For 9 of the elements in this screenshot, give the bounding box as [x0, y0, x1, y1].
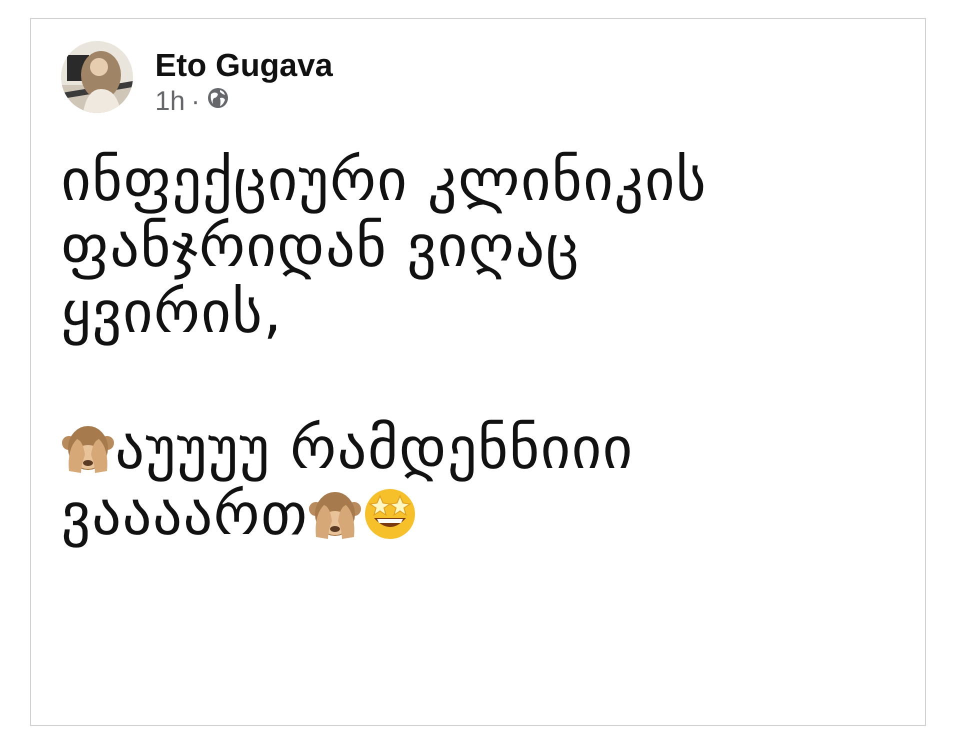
globe-icon — [206, 86, 230, 110]
post-time[interactable]: 1h — [155, 86, 186, 117]
post-text: ინფექციური კლინიკის — [61, 147, 708, 213]
post-text: ყვირის, — [61, 279, 283, 345]
post-text: ფანჯრიდან ვიღაც — [61, 213, 580, 279]
author-name[interactable]: Eto Gugava — [155, 47, 333, 84]
separator-dot: · — [191, 86, 200, 117]
post-text: ვაააართ — [61, 481, 308, 547]
post-text: აუუუუ რამდენნიიი — [115, 415, 634, 481]
